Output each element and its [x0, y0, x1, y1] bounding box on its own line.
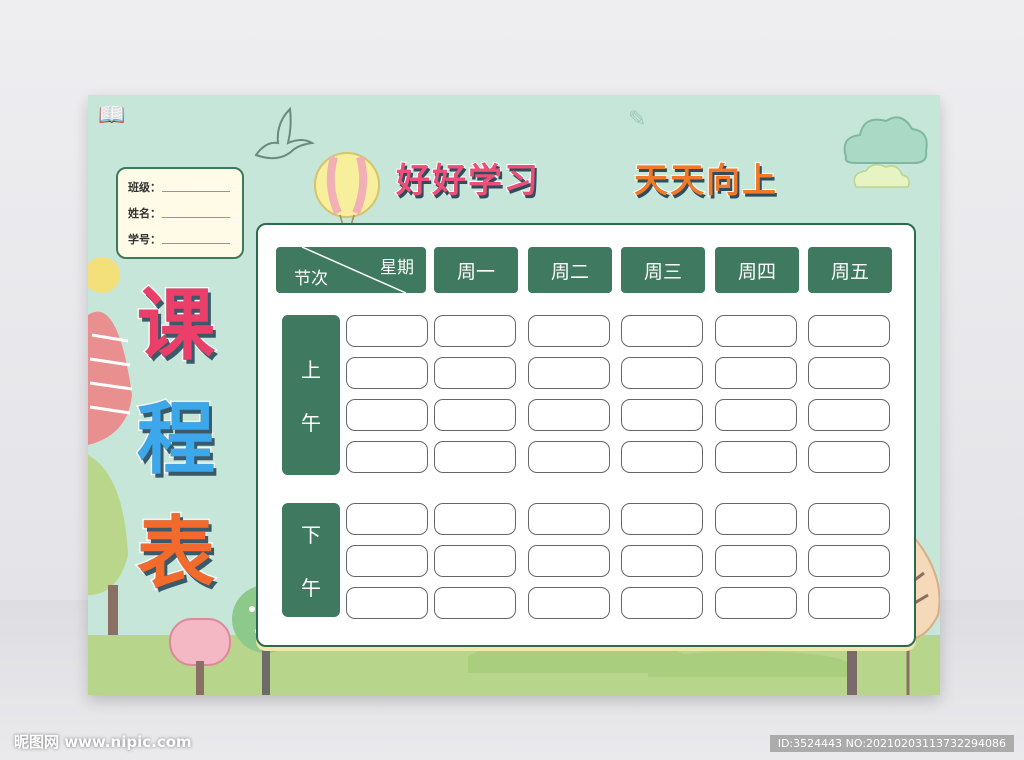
schedule-cell[interactable] [715, 587, 797, 619]
schedule-cell[interactable] [715, 503, 797, 535]
schedule-cell[interactable] [621, 587, 703, 619]
schedule-cell[interactable] [715, 357, 797, 389]
slogan-part1: 好好学习 [395, 160, 540, 202]
period-axis-label: 节次 [294, 269, 328, 289]
bird-icon [254, 106, 315, 160]
schedule-cell[interactable] [621, 545, 703, 577]
schedule-cell[interactable] [528, 503, 610, 535]
schedule-cell[interactable] [808, 503, 890, 535]
schedule-cell[interactable] [434, 587, 516, 619]
day-header-tue: 周二 [528, 247, 612, 293]
pencil-doodle-icon: ✎ [628, 107, 647, 132]
cloud-icon [843, 116, 928, 188]
schedule-cell[interactable] [808, 587, 890, 619]
morning-label: 上 午 [282, 315, 340, 475]
class-field-line[interactable] [162, 191, 230, 192]
corner-header-cell: 星期 节次 [276, 247, 426, 293]
schedule-cell[interactable] [808, 399, 890, 431]
day-header-mon: 周一 [434, 247, 518, 293]
title-char-2: 程 [135, 395, 216, 485]
schedule-cell[interactable] [528, 545, 610, 577]
schedule-cell[interactable] [346, 503, 428, 535]
schedule-cell[interactable] [808, 545, 890, 577]
schedule-table: 星期 节次 周一 周二 周三 周四 周五 上 午 下 午 [256, 223, 916, 647]
morning-char-1: 上 [301, 358, 321, 382]
student-info-card: 班级： 姓名： 学号： [116, 167, 244, 259]
watermark-right: ID:3524443 NO:20210203113732294086 [769, 735, 1014, 752]
book-doodle-icon: 📖 [98, 103, 126, 128]
schedule-cell[interactable] [434, 399, 516, 431]
schedule-cell[interactable] [808, 315, 890, 347]
slogan-part2: 天天向上 [633, 160, 778, 202]
morning-char-2: 午 [301, 411, 321, 435]
schedule-cell[interactable] [621, 503, 703, 535]
schedule-cell[interactable] [621, 357, 703, 389]
schedule-cell[interactable] [715, 315, 797, 347]
afternoon-label: 下 午 [282, 503, 340, 617]
schedule-cell[interactable] [528, 357, 610, 389]
schedule-cell[interactable] [346, 441, 428, 473]
name-field-line[interactable] [162, 217, 230, 218]
schedule-cell[interactable] [621, 441, 703, 473]
schedule-cell[interactable] [808, 441, 890, 473]
weekday-axis-label: 星期 [380, 258, 414, 278]
schedule-cell[interactable] [528, 399, 610, 431]
title-char-1: 课 [135, 281, 216, 371]
day-header-thu: 周四 [715, 247, 799, 293]
schedule-cell[interactable] [528, 587, 610, 619]
schedule-cell[interactable] [715, 399, 797, 431]
schedule-cell[interactable] [621, 315, 703, 347]
schedule-cell[interactable] [434, 441, 516, 473]
afternoon-char-1: 下 [301, 523, 321, 547]
schedule-cell[interactable] [434, 315, 516, 347]
title-char-3: 表 [135, 509, 216, 599]
schedule-cell[interactable] [346, 315, 428, 347]
day-header-wed: 周三 [621, 247, 705, 293]
schedule-cell[interactable] [346, 399, 428, 431]
schedule-cell[interactable] [434, 503, 516, 535]
class-label: 班级： [128, 181, 161, 194]
schedule-cell[interactable] [434, 357, 516, 389]
schedule-cell[interactable] [621, 399, 703, 431]
schedule-cell[interactable] [346, 587, 428, 619]
schedule-cell[interactable] [715, 545, 797, 577]
day-header-fri: 周五 [808, 247, 892, 293]
afternoon-char-2: 午 [301, 576, 321, 600]
student-id-label: 学号： [128, 233, 161, 246]
schedule-cell[interactable] [528, 315, 610, 347]
schedule-cell[interactable] [528, 441, 610, 473]
schedule-cell[interactable] [715, 441, 797, 473]
student-id-field-line[interactable] [162, 243, 230, 244]
schedule-cell[interactable] [346, 545, 428, 577]
watermark-left: 昵图网 www.nipic.com [14, 733, 192, 751]
schedule-cell[interactable] [434, 545, 516, 577]
name-label: 姓名： [128, 207, 161, 220]
schedule-cell[interactable] [346, 357, 428, 389]
schedule-poster: 📖 ✎ ✐ ✎ 好好学习 天天向上 班级： 姓名： 学号： 课 程 表 [88, 95, 940, 695]
schedule-cell[interactable] [808, 357, 890, 389]
